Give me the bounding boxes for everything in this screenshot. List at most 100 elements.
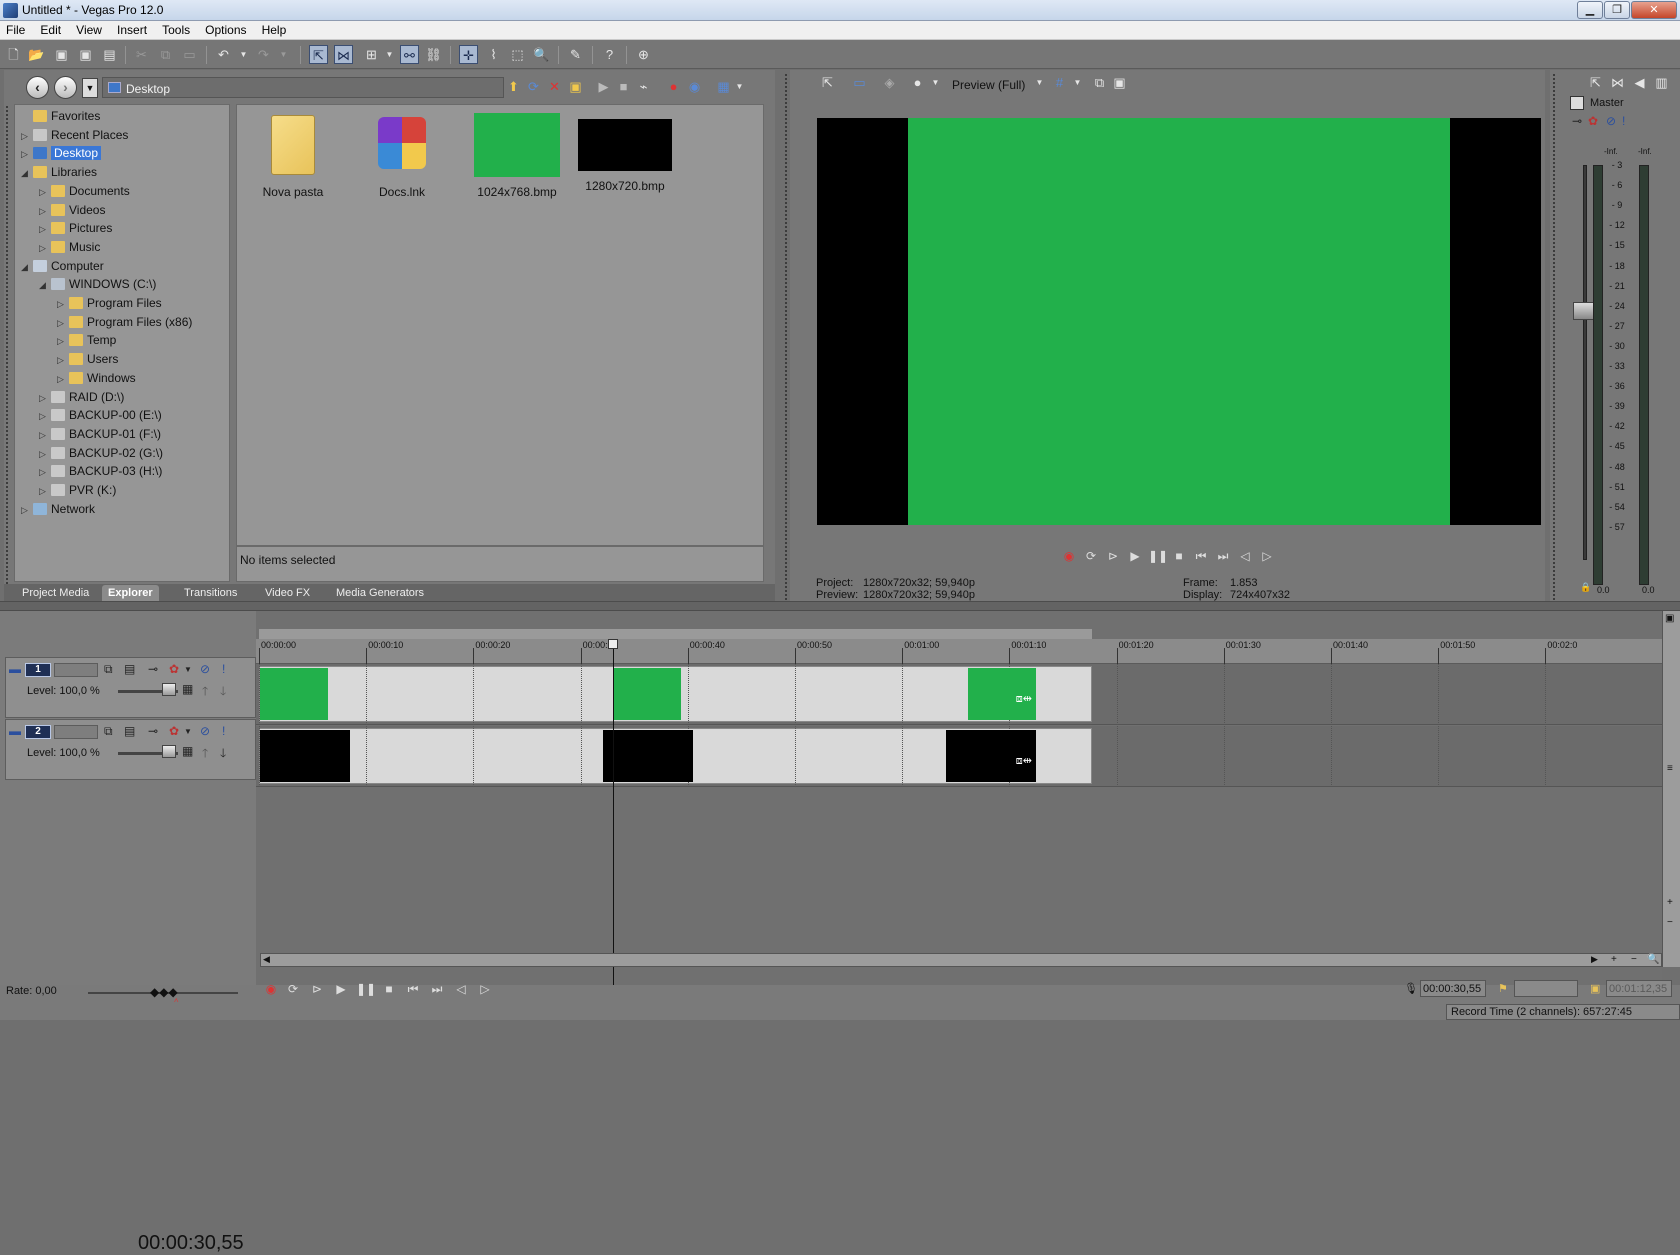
expand-arrow-icon[interactable]: ▷ [21, 501, 33, 520]
zoom-tool-icon[interactable]: 🔍 [1647, 954, 1659, 965]
scroll-thumb[interactable]: ≡ [1667, 763, 1673, 774]
new-project-icon[interactable]: 🗋 [4, 45, 23, 64]
track-minimize-icon[interactable]: ▬ [9, 662, 21, 678]
zoom-out-vertical-icon[interactable]: − [1667, 917, 1673, 928]
tree-item[interactable]: ▷ Music [39, 238, 100, 257]
ripple-edit-icon[interactable]: ⊞ [362, 45, 381, 64]
file-item[interactable]: 1024x768.bmp [469, 105, 565, 199]
video-event[interactable]: ⧈⇹ [968, 668, 1036, 720]
video-event[interactable] [614, 668, 681, 720]
cut-icon[interactable]: ✂ [132, 45, 151, 64]
menu-file[interactable]: File [0, 21, 31, 37]
play-icon[interactable]: ▶ [1126, 547, 1144, 565]
tree-item[interactable]: ▷ Network [21, 500, 95, 519]
save-as-icon[interactable]: ▣ [76, 45, 95, 64]
expand-arrow-icon[interactable]: ▷ [57, 332, 69, 351]
cursor-position-field[interactable]: 00:00:30,55 [1420, 980, 1486, 997]
undo-icon[interactable]: ↶ [214, 45, 233, 64]
expand-arrow-icon[interactable]: ◢ [39, 276, 51, 295]
expand-arrow-icon[interactable]: ◢ [21, 164, 33, 183]
parent-up-icon[interactable]: 🡑 [202, 682, 208, 698]
play-from-start-icon[interactable]: ⊳ [308, 980, 326, 998]
normal-edit-tool-icon[interactable]: ✛ [459, 45, 478, 64]
quality-dropdown-icon[interactable]: ▼ [1030, 73, 1049, 92]
timeline-area[interactable]: 00:00:00 00:00:10 00:00:20 00:00:30 00:00:40… [256, 611, 1662, 985]
mixer-speaker-icon[interactable]: ◀ [1630, 73, 1649, 92]
scroll-right-icon[interactable]: ▶ [1591, 954, 1598, 965]
video-event[interactable] [260, 668, 328, 720]
preview-properties-icon[interactable]: ⇱ [818, 73, 837, 92]
menu-tools[interactable]: Tools [156, 21, 196, 37]
tree-item[interactable]: ◢ Computer [21, 257, 104, 276]
tab-explorer[interactable]: Explorer [102, 585, 159, 601]
start-preview-icon[interactable]: ▶ [594, 77, 613, 96]
menu-options[interactable]: Options [199, 21, 252, 37]
tree-item[interactable]: ▷ Documents [39, 182, 130, 201]
level-slider[interactable] [162, 683, 176, 696]
solo-icon[interactable]: ! [222, 724, 225, 740]
video-event[interactable]: ⧈⇹ [946, 730, 1036, 782]
video-event[interactable] [603, 730, 693, 782]
tree-item[interactable]: ▷ BACKUP-01 (F:\) [39, 425, 161, 444]
zoom-tool-icon[interactable]: 🔍 [532, 45, 551, 64]
go-to-end-icon[interactable]: ⏭ [428, 980, 446, 998]
mute-icon[interactable]: ⊘ [200, 724, 210, 740]
views-dropdown-icon[interactable]: ▼ [730, 77, 749, 96]
menu-edit[interactable]: Edit [34, 21, 67, 37]
menu-help[interactable]: Help [256, 21, 293, 37]
tree-item[interactable]: ▷ Windows [57, 369, 136, 388]
tree-item[interactable]: ◢ WINDOWS (C:\) [39, 275, 156, 294]
tree-item[interactable]: ◢ Libraries [21, 163, 97, 182]
overlays-dropdown-icon[interactable]: ▼ [926, 73, 945, 92]
go-to-start-icon[interactable]: ⏮ [1192, 547, 1210, 565]
file-item[interactable]: 1280x720.bmp [577, 105, 673, 193]
tree-item[interactable]: ▷ PVR (K:) [39, 481, 116, 500]
tab-media-generators[interactable]: Media Generators [330, 585, 430, 601]
tab-transitions[interactable]: Transitions [178, 585, 243, 601]
get-media-icon[interactable]: ● [664, 77, 683, 96]
expand-arrow-icon[interactable]: ▷ [39, 426, 51, 445]
lock-envelopes-icon[interactable]: ⚯ [400, 45, 419, 64]
ripple-dropdown-icon[interactable]: ▼ [380, 45, 399, 64]
go-to-start-icon[interactable]: ⏮ [404, 980, 422, 998]
forward-button[interactable]: › [54, 76, 77, 99]
expand-arrow-icon[interactable]: ▷ [39, 445, 51, 464]
expand-arrow-icon[interactable]: ▷ [39, 482, 51, 501]
tree-item[interactable]: ▷ Program Files (x86) [57, 313, 192, 332]
next-frame-icon[interactable]: ▷ [1258, 547, 1276, 565]
fx-chain-icon[interactable]: ⊸ [1572, 114, 1582, 128]
file-item[interactable]: Docs.lnk [360, 105, 444, 199]
dock-grip[interactable] [785, 74, 787, 604]
paste-icon[interactable]: ▭ [180, 45, 199, 64]
tree-item[interactable]: Favorites [21, 107, 100, 126]
timeline-horizontal-scrollbar[interactable]: ◀ ▶ + − 🔍 [260, 953, 1662, 967]
mute-icon[interactable]: ⊘ [200, 662, 210, 678]
pause-icon[interactable]: ❚❚ [356, 980, 376, 998]
pause-icon[interactable]: ❚❚ [1148, 547, 1168, 565]
child-down-icon[interactable]: 🡓 [220, 744, 226, 760]
auto-preview-icon[interactable]: ⌁ [634, 77, 653, 96]
expand-arrow-icon[interactable]: ▷ [57, 351, 69, 370]
expand-arrow-icon[interactable]: ▷ [39, 220, 51, 239]
tree-item[interactable]: ▷ RAID (D:\) [39, 388, 124, 407]
track-lane-2[interactable]: ⧈⇹ [256, 726, 1662, 787]
record-icon[interactable]: ◉ [262, 980, 280, 998]
eraser-icon[interactable]: ✎ [566, 45, 585, 64]
tree-item[interactable]: ▷ Videos [39, 201, 105, 220]
selection-tool-icon[interactable]: ⬚ [508, 45, 527, 64]
selection-length-field[interactable]: 00:01:12,35 [1606, 980, 1672, 997]
expand-arrow-icon[interactable]: ▷ [57, 295, 69, 314]
expand-arrow-icon[interactable]: ▷ [39, 239, 51, 258]
search-media-icon[interactable]: ◉ [685, 77, 704, 96]
tree-item[interactable]: ▷ BACKUP-02 (G:\) [39, 444, 163, 463]
loop-icon[interactable]: ⟳ [1082, 547, 1100, 565]
new-folder-icon[interactable]: ▣ [566, 77, 585, 96]
make-compositing-child-icon[interactable]: ⊸ [148, 724, 158, 740]
zoom-in-vertical-icon[interactable]: + [1667, 897, 1673, 908]
preview-quality-select[interactable]: Preview (Full) [952, 78, 1025, 92]
ignore-grouping-icon[interactable]: ⛓ [424, 45, 443, 64]
overlays-icon[interactable]: ● [908, 73, 927, 92]
grid-dropdown-icon[interactable]: ▼ [1068, 73, 1087, 92]
timeline-vertical-scrollbar[interactable]: ▣ ≡ + − [1662, 611, 1680, 967]
expand-arrow-icon[interactable]: ▷ [39, 183, 51, 202]
